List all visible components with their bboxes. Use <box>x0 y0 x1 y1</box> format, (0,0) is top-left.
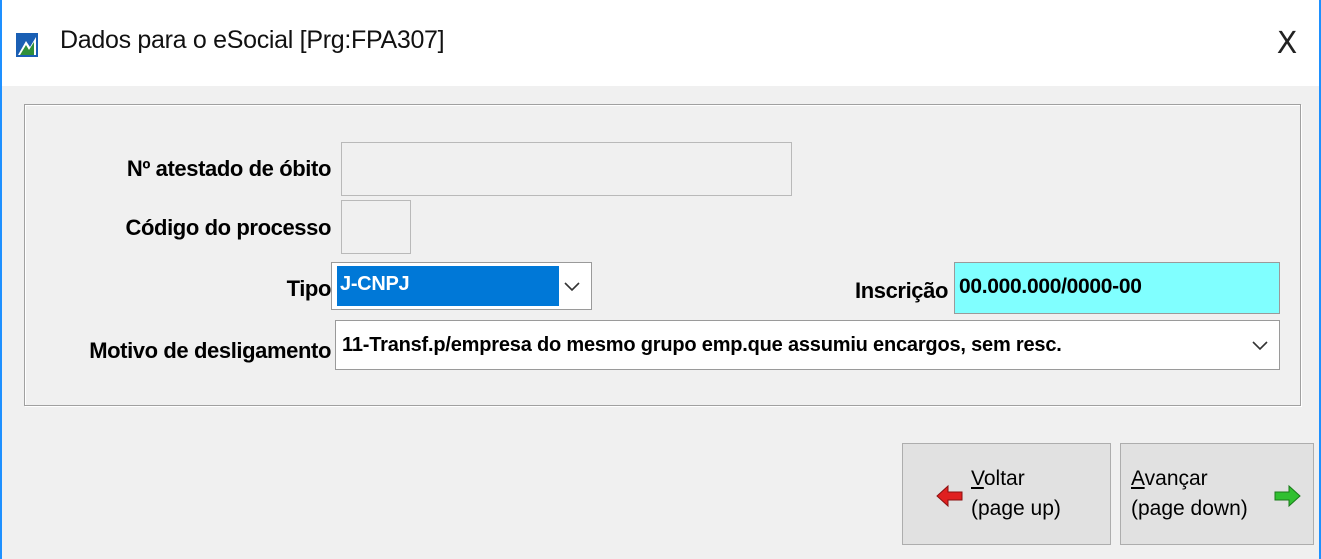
atestado-label: Nº atestado de óbito <box>126 156 332 181</box>
inscricao-value: 00.000.000/0000-00 <box>959 275 1142 298</box>
motivo-value: 11-Transf.p/empresa do mesmo grupo emp.q… <box>342 334 1062 356</box>
close-icon: X <box>1276 25 1298 61</box>
tipo-label: Tipo <box>286 276 332 301</box>
codigo-field[interactable] <box>341 200 411 254</box>
avancar-mnemonic: A <box>1131 467 1145 490</box>
inscricao-field[interactable]: 00.000.000/0000-00 <box>954 262 1280 314</box>
avancar-button[interactable]: Avançar (page down) <box>1120 443 1314 545</box>
voltar-mnemonic: V <box>971 467 984 490</box>
avancar-hint: (page down) <box>1131 497 1248 520</box>
tipo-value: J-CNPJ <box>340 273 410 295</box>
inscricao-label: Inscrição <box>854 278 948 303</box>
close-button[interactable]: X <box>1255 0 1319 86</box>
voltar-label: oltar <box>983 467 1025 490</box>
voltar-hint: (page up) <box>971 497 1061 520</box>
tipo-select[interactable]: J-CNPJ <box>331 262 592 310</box>
window-title: Dados para o eSocial [Prg:FPA307] <box>60 26 445 54</box>
chevron-down-icon[interactable] <box>563 279 581 293</box>
avancar-text: Avançar (page down) <box>1131 464 1248 524</box>
atestado-field[interactable] <box>341 142 792 196</box>
app-logo-icon <box>16 33 38 57</box>
dialog-window: Dados para o eSocial [Prg:FPA307] X Nº a… <box>0 0 1321 559</box>
avancar-label: vançar <box>1144 467 1208 490</box>
motivo-select[interactable]: 11-Transf.p/empresa do mesmo grupo emp.q… <box>335 320 1280 370</box>
codigo-label: Código do processo <box>125 215 332 240</box>
voltar-text: Voltar (page up) <box>971 464 1061 524</box>
voltar-button[interactable]: Voltar (page up) <box>902 443 1111 545</box>
arrow-left-icon <box>936 484 963 508</box>
chevron-down-icon[interactable] <box>1251 338 1269 352</box>
title-bar: Dados para o eSocial [Prg:FPA307] X <box>2 0 1319 86</box>
arrow-right-icon <box>1274 484 1301 508</box>
motivo-label: Motivo de desligamento <box>89 338 331 363</box>
